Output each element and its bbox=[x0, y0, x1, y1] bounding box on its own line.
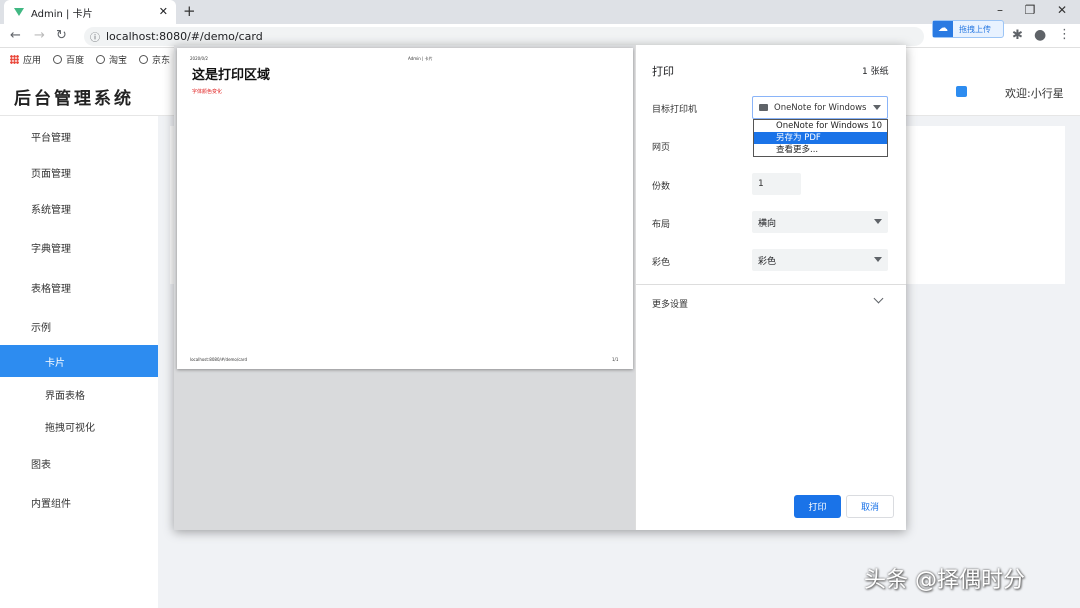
destination-option-pdf[interactable]: 另存为 PDF bbox=[754, 132, 887, 144]
destination-option-more[interactable]: 查看更多... bbox=[754, 144, 887, 156]
cloud-icon: ☁ bbox=[933, 21, 953, 37]
new-tab-button[interactable]: + bbox=[183, 2, 196, 20]
preview-header: Admin | 卡片 bbox=[408, 56, 433, 61]
sidebar-item-system[interactable]: 系统管理 bbox=[0, 192, 158, 224]
copies-label: 份数 bbox=[652, 182, 671, 192]
restore-button[interactable]: ❐ bbox=[1020, 3, 1040, 17]
watermark: 头条 @择偶时分 bbox=[864, 568, 1025, 593]
back-icon[interactable]: ← bbox=[10, 28, 21, 43]
baidu-upload-button[interactable]: ☁ 拖拽上传 bbox=[932, 20, 1004, 38]
info-icon: ⓘ bbox=[90, 33, 100, 44]
layout-value: 横向 bbox=[758, 218, 777, 229]
preview-page bbox=[177, 48, 633, 369]
bookmark-taobao[interactable]: 淘宝 bbox=[96, 53, 127, 66]
globe-icon bbox=[139, 54, 149, 64]
fullscreen-icon[interactable] bbox=[956, 86, 967, 97]
preview-note: 字体颜色变化 bbox=[192, 89, 223, 95]
printer-icon bbox=[759, 104, 768, 111]
dropdown-caret-icon bbox=[874, 257, 882, 262]
close-tab-icon[interactable]: ✕ bbox=[159, 5, 168, 18]
bookmark-jd[interactable]: 京东 bbox=[139, 53, 170, 66]
sidebar-item-platform[interactable]: 平台管理 bbox=[0, 120, 158, 152]
preview-footer-url: localhost:8080/#/demo/card bbox=[190, 357, 247, 362]
menu-icon[interactable]: ⋮ bbox=[1058, 27, 1071, 42]
print-heading: 打印 bbox=[652, 65, 674, 78]
color-label: 彩色 bbox=[652, 258, 671, 268]
welcome-text[interactable]: 欢迎:小行星 bbox=[1005, 85, 1064, 101]
tab-title: Admin | 卡片 bbox=[31, 8, 93, 20]
preview-title: 这是打印区域 bbox=[192, 68, 271, 83]
more-settings-toggle[interactable]: 更多设置 bbox=[652, 297, 688, 310]
divider bbox=[635, 284, 906, 285]
sidebar-item-pages[interactable]: 页面管理 bbox=[0, 156, 158, 188]
app-title: 后台管理系统 bbox=[14, 89, 134, 109]
sidebar-item-ui-table[interactable]: 界面表格 bbox=[0, 378, 158, 410]
url-field[interactable]: ⓘ localhost:8080/#/demo/card bbox=[84, 27, 924, 46]
sidebar-item-dictionary[interactable]: 字典管理 bbox=[0, 231, 158, 263]
minimize-button[interactable]: – bbox=[990, 3, 1010, 17]
forward-icon[interactable]: → bbox=[34, 28, 45, 43]
bookmark-baidu[interactable]: 百度 bbox=[53, 53, 84, 66]
url-text: localhost:8080/#/demo/card bbox=[106, 30, 263, 43]
dropdown-caret-icon bbox=[874, 219, 882, 224]
sidebar-item-examples[interactable]: 示例 bbox=[0, 310, 158, 342]
apps-grid-icon bbox=[10, 54, 19, 64]
vue-logo-icon bbox=[14, 8, 24, 16]
globe-icon bbox=[96, 54, 106, 64]
close-window-button[interactable]: ✕ bbox=[1052, 3, 1072, 17]
color-value: 彩色 bbox=[758, 256, 777, 267]
sheet-count: 1 张纸 bbox=[862, 67, 889, 77]
color-select[interactable]: 彩色 bbox=[752, 249, 888, 271]
baidu-upload-label: 拖拽上传 bbox=[959, 24, 991, 34]
browser-tab[interactable]: Admin | 卡片 ✕ bbox=[4, 0, 176, 24]
sidebar-item-card[interactable]: 卡片 bbox=[0, 345, 158, 377]
preview-page-number: 1/1 bbox=[612, 357, 619, 362]
cancel-button[interactable]: 取消 bbox=[846, 495, 894, 518]
layout-label: 布局 bbox=[652, 220, 671, 230]
destination-label: 目标打印机 bbox=[652, 105, 698, 115]
copies-input[interactable]: 1 bbox=[752, 173, 801, 195]
profile-icon[interactable]: ● bbox=[1034, 27, 1046, 43]
layout-select[interactable]: 横向 bbox=[752, 211, 888, 233]
dropdown-caret-icon bbox=[873, 105, 881, 110]
destination-value: OneNote for Windows bbox=[774, 102, 867, 113]
globe-icon bbox=[53, 54, 63, 64]
reload-icon[interactable]: ↻ bbox=[56, 28, 67, 43]
print-button[interactable]: 打印 bbox=[794, 495, 841, 518]
destination-option-onenote[interactable]: OneNote for Windows 10 bbox=[754, 120, 887, 132]
sidebar-item-tables[interactable]: 表格管理 bbox=[0, 271, 158, 303]
sidebar-item-charts[interactable]: 图表 bbox=[0, 447, 158, 479]
extensions-icon[interactable]: ✱ bbox=[1012, 28, 1023, 43]
pages-label: 网页 bbox=[652, 143, 671, 153]
sidebar: 平台管理 页面管理 系统管理 字典管理 表格管理 示例 卡片 界面表格 拖拽可视… bbox=[0, 116, 158, 608]
destination-select[interactable]: OneNote for Windows bbox=[752, 96, 888, 119]
destination-dropdown: OneNote for Windows 10 另存为 PDF 查看更多... bbox=[753, 119, 888, 157]
sidebar-item-drag-visual[interactable]: 拖拽可视化 bbox=[0, 410, 158, 442]
preview-date: 2020/0/2 bbox=[190, 56, 208, 61]
sidebar-item-components[interactable]: 内置组件 bbox=[0, 486, 158, 518]
bookmark-apps[interactable]: 应用 bbox=[10, 53, 41, 66]
